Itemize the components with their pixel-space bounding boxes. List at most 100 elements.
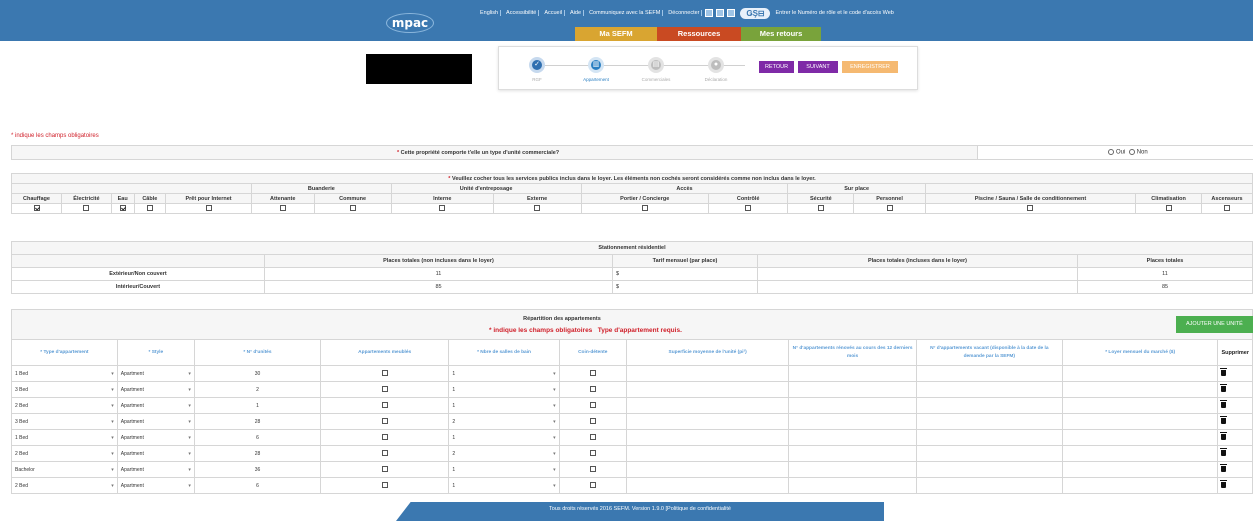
style-select[interactable]: Apartment ▾ — [116, 381, 195, 398]
style-select[interactable]: Apartment ▾ — [116, 365, 195, 382]
den-checkbox[interactable] — [589, 370, 596, 377]
furnished-checkbox[interactable] — [381, 402, 388, 409]
den-checkbox[interactable] — [589, 450, 596, 457]
trash-icon[interactable] — [1220, 431, 1228, 440]
type-select[interactable]: 2 Bed ▾ — [11, 477, 118, 494]
rent-input[interactable] — [1061, 413, 1219, 430]
step-appartement[interactable]: ▥ — [588, 57, 604, 73]
area-input[interactable] — [625, 381, 790, 398]
vacant-input[interactable] — [915, 429, 1063, 446]
tab-ressources[interactable]: Ressources — [657, 27, 741, 41]
furnished-checkbox[interactable] — [381, 386, 388, 393]
style-select[interactable]: Apartment ▾ — [116, 477, 195, 494]
utility-checkbox[interactable] — [817, 205, 824, 212]
renovated-input[interactable] — [788, 445, 917, 462]
add-unit-button[interactable]: AJOUTER UNE UNITÉ — [1176, 316, 1253, 333]
renovated-input[interactable] — [788, 461, 917, 478]
furnished-checkbox[interactable] — [381, 434, 388, 441]
den-checkbox[interactable] — [589, 418, 596, 425]
utility-checkbox[interactable] — [279, 205, 286, 212]
rent-input[interactable] — [1061, 429, 1219, 446]
step-declaration[interactable]: ● — [708, 57, 724, 73]
furnished-checkbox[interactable] — [381, 370, 388, 377]
renovated-input[interactable] — [788, 365, 917, 382]
trash-icon[interactable] — [1220, 383, 1228, 392]
units-input[interactable]: 1 — [193, 397, 322, 414]
vacant-input[interactable] — [915, 445, 1063, 462]
utility-checkbox[interactable] — [205, 205, 212, 212]
rent-input[interactable] — [1061, 381, 1219, 398]
area-input[interactable] — [625, 413, 790, 430]
furnished-checkbox[interactable] — [381, 482, 388, 489]
baths-select[interactable]: 2 ▾ — [448, 445, 560, 462]
vacant-input[interactable] — [915, 477, 1063, 494]
mpac-logo[interactable]: mpac — [386, 13, 434, 33]
den-checkbox[interactable] — [589, 466, 596, 473]
area-input[interactable] — [625, 445, 790, 462]
rent-input[interactable] — [1061, 461, 1219, 478]
type-select[interactable]: Bachelor ▾ — [11, 461, 118, 478]
type-select[interactable]: 2 Bed ▾ — [11, 445, 118, 462]
utility-checkbox[interactable] — [146, 205, 153, 212]
area-input[interactable] — [625, 477, 790, 494]
baths-select[interactable]: 1 ▾ — [448, 477, 560, 494]
type-select[interactable]: 2 Bed ▾ — [11, 397, 118, 414]
den-checkbox[interactable] — [589, 402, 596, 409]
trash-icon[interactable] — [1220, 463, 1228, 472]
step-rgf[interactable]: ✓ — [529, 57, 545, 73]
baths-select[interactable]: 1 ▾ — [448, 381, 560, 398]
save-button[interactable]: ENREGISTRER — [842, 61, 898, 73]
utility-checkbox[interactable] — [439, 205, 446, 212]
style-select[interactable]: Apartment ▾ — [116, 413, 195, 430]
utility-checkbox[interactable] — [745, 205, 752, 212]
utility-checkbox[interactable] — [641, 205, 648, 212]
link-home[interactable]: Accueil — [542, 10, 566, 16]
units-input[interactable]: 30 — [193, 365, 322, 382]
renovated-input[interactable] — [788, 413, 917, 430]
font-size-large-icon[interactable] — [727, 9, 736, 17]
link-help[interactable]: Aide — [568, 10, 585, 16]
units-input[interactable]: 2 — [193, 381, 322, 398]
type-select[interactable]: 1 Bed ▾ — [11, 429, 118, 446]
vacant-input[interactable] — [915, 365, 1063, 382]
rent-input[interactable] — [1061, 477, 1219, 494]
units-input[interactable]: 28 — [193, 413, 322, 430]
radio-oui[interactable] — [1108, 149, 1114, 155]
units-input[interactable]: 36 — [193, 461, 322, 478]
vacant-input[interactable] — [915, 461, 1063, 478]
units-input[interactable]: 6 — [193, 477, 322, 494]
baths-select[interactable]: 2 ▾ — [448, 413, 560, 430]
tab-mes-retours[interactable]: Mes retours — [741, 27, 821, 41]
trash-icon[interactable] — [1220, 479, 1228, 488]
den-checkbox[interactable] — [589, 386, 596, 393]
rent-input[interactable] — [1061, 397, 1219, 414]
baths-select[interactable]: 1 ▾ — [448, 365, 560, 382]
utility-checkbox[interactable] — [1224, 205, 1231, 212]
den-checkbox[interactable] — [589, 482, 596, 489]
furnished-checkbox[interactable] — [381, 418, 388, 425]
style-select[interactable]: Apartment ▾ — [116, 461, 195, 478]
radio-non[interactable] — [1128, 149, 1135, 155]
next-button[interactable]: SUIVANT — [798, 61, 838, 73]
trash-icon[interactable] — [1220, 447, 1228, 456]
area-input[interactable] — [625, 397, 790, 414]
style-select[interactable]: Apartment ▾ — [116, 445, 195, 462]
utility-checkbox[interactable] — [534, 205, 541, 212]
type-select[interactable]: 3 Bed ▾ — [11, 413, 118, 430]
vacant-input[interactable] — [915, 381, 1063, 398]
vacant-input[interactable] — [915, 397, 1063, 414]
units-input[interactable]: 28 — [193, 445, 322, 462]
utility-checkbox[interactable] — [349, 205, 356, 212]
area-input[interactable] — [625, 429, 790, 446]
font-size-small-icon[interactable] — [705, 9, 714, 17]
area-input[interactable] — [625, 461, 790, 478]
vacant-input[interactable] — [915, 413, 1063, 430]
den-checkbox[interactable] — [589, 434, 596, 441]
link-english[interactable]: English — [478, 10, 502, 16]
style-select[interactable]: Apartment ▾ — [116, 429, 195, 446]
link-contact[interactable]: Communiquez avec la SEFM — [587, 10, 664, 16]
utility-checkbox[interactable] — [1165, 205, 1172, 212]
units-input[interactable]: 6 — [193, 429, 322, 446]
link-accessibility[interactable]: Accessibilité — [504, 10, 540, 16]
utility-checkbox[interactable] — [886, 205, 893, 212]
